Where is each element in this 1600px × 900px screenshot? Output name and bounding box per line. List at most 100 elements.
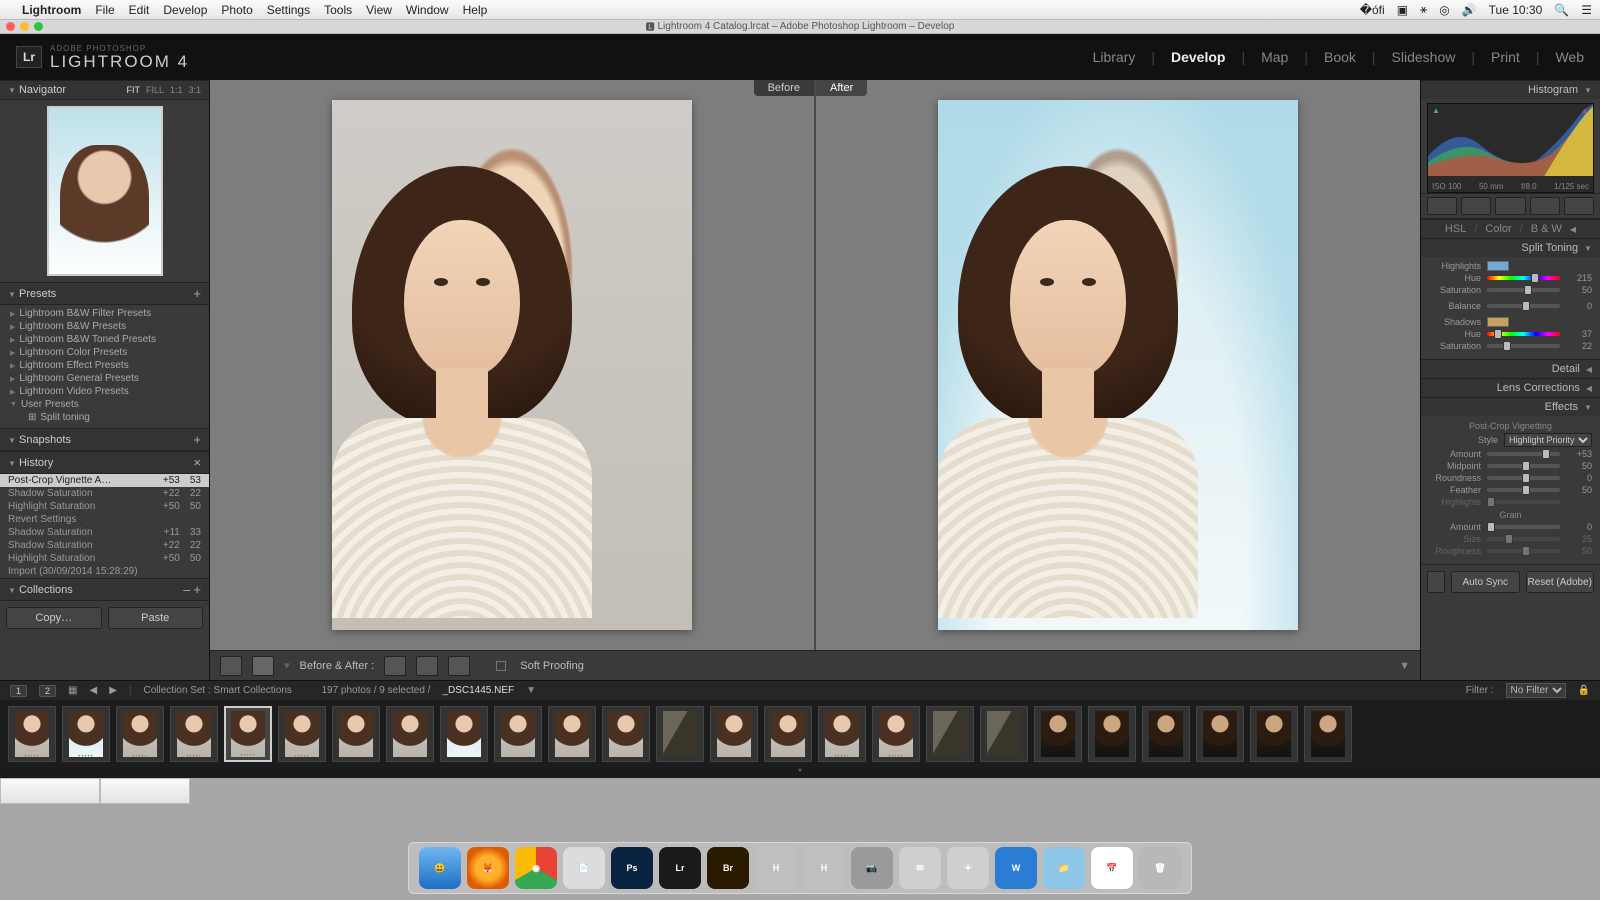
history-step[interactable]: Shadow Saturation+1133	[0, 526, 209, 539]
history-step[interactable]: Import (30/09/2014 15:28:29)	[0, 565, 209, 578]
presets-header[interactable]: ▼ Presets+	[0, 282, 209, 305]
preset-folder[interactable]: ▶Lightroom Color Presets	[10, 346, 209, 359]
shadows-hue-slider[interactable]	[1487, 332, 1560, 336]
preset-folder[interactable]: ▶Lightroom General Presets	[10, 372, 209, 385]
dock-calendar-icon[interactable]: 📅	[1091, 847, 1133, 889]
module-map[interactable]: Map	[1261, 49, 1288, 65]
vignette-feather-slider[interactable]	[1487, 488, 1560, 492]
reset-button[interactable]: Reset (Adobe)	[1526, 571, 1595, 593]
navigator-zoom-options[interactable]: FITFILL1:13:1	[126, 85, 201, 95]
filmstrip-thumb[interactable]: •••••	[818, 706, 866, 762]
menubar-shield-icon[interactable]: ▣	[1397, 3, 1408, 17]
menu-app[interactable]: Lightroom	[22, 3, 81, 17]
menu-photo[interactable]: Photo	[221, 3, 252, 17]
filmstrip-thumb[interactable]	[1196, 706, 1244, 762]
history-step[interactable]: Revert Settings	[0, 513, 209, 526]
grid-icon[interactable]: ▦	[68, 685, 77, 696]
collections-header[interactable]: ▼ Collections– +	[0, 578, 209, 601]
filmstrip-thumb[interactable]: •••••	[278, 706, 326, 762]
histogram-header[interactable]: Histogram▼	[1421, 80, 1600, 99]
source-path[interactable]: Collection Set : Smart Collections	[144, 685, 292, 696]
soft-proofing-checkbox[interactable]	[496, 661, 506, 671]
dock-trash-icon[interactable]: 🗑	[1139, 847, 1181, 889]
monitor-2-button[interactable]: 2	[39, 685, 56, 697]
dock-lightroom-icon[interactable]: Lr	[659, 847, 701, 889]
menubar-list-icon[interactable]: ☰	[1581, 3, 1592, 17]
preset-folder[interactable]: ▶Lightroom Video Presets	[10, 385, 209, 398]
highlights-hue-slider[interactable]	[1487, 276, 1560, 280]
background-window[interactable]	[100, 778, 190, 804]
module-web[interactable]: Web	[1555, 49, 1584, 65]
filmstrip-thumb[interactable]: •••••	[170, 706, 218, 762]
panel-switch-icon[interactable]	[1427, 571, 1445, 593]
dock-bridge-icon[interactable]: Br	[707, 847, 749, 889]
history-step[interactable]: Post-Crop Vignette A…+5353	[0, 474, 209, 487]
brush-tool-icon[interactable]	[1564, 197, 1594, 215]
lens-corrections-header[interactable]: Lens Corrections◀	[1421, 378, 1600, 397]
loupe-view-icon[interactable]	[220, 656, 242, 676]
nav-back-icon[interactable]: ◀	[89, 685, 97, 696]
filter-select[interactable]: No Filter	[1506, 683, 1566, 698]
module-develop[interactable]: Develop	[1171, 49, 1225, 65]
menubar-volume-icon[interactable]: 🔊	[1462, 3, 1477, 17]
vignette-roundness-slider[interactable]	[1487, 476, 1560, 480]
module-slideshow[interactable]: Slideshow	[1392, 49, 1456, 65]
dock-camera-icon[interactable]: 📷	[851, 847, 893, 889]
filmstrip-thumb[interactable]	[1142, 706, 1190, 762]
menu-tools[interactable]: Tools	[324, 3, 352, 17]
filmstrip-thumb[interactable]	[1034, 706, 1082, 762]
split-toning-header[interactable]: Split Toning▼	[1421, 238, 1600, 257]
filter-lock-icon[interactable]: 🔒	[1578, 685, 1590, 696]
shadows-sat-slider[interactable]	[1487, 344, 1560, 348]
after-pane[interactable]: After	[816, 80, 1420, 650]
filmstrip-thumb[interactable]	[548, 706, 596, 762]
preset-folder[interactable]: ▶Lightroom B&W Presets	[10, 320, 209, 333]
filmstrip[interactable]: ••••••••••••••••••••••••••••••••••••••••	[0, 700, 1600, 768]
preset-folder[interactable]: ▶Lightroom B&W Filter Presets	[10, 307, 209, 320]
filmstrip-thumb[interactable]	[1304, 706, 1352, 762]
menu-view[interactable]: View	[366, 3, 392, 17]
filmstrip-thumb[interactable]: •••••	[8, 706, 56, 762]
filmstrip-thumb[interactable]	[764, 706, 812, 762]
zoom-fit[interactable]: FIT	[126, 85, 140, 95]
filmstrip-thumb[interactable]	[332, 706, 380, 762]
toolbar-menu-icon[interactable]: ▼	[1399, 660, 1410, 672]
crop-tool-icon[interactable]	[1427, 197, 1457, 215]
menu-file[interactable]: File	[95, 3, 114, 17]
shadows-swatch[interactable]	[1487, 317, 1509, 327]
highlight-clip-icon[interactable]: ▲	[1581, 106, 1589, 115]
filmstrip-thumb[interactable]: •••••	[872, 706, 920, 762]
filmstrip-thumb[interactable]	[980, 706, 1028, 762]
menubar-bluetooth-icon[interactable]: ⚹	[1420, 2, 1427, 17]
vignette-amount-slider[interactable]	[1487, 452, 1560, 456]
history-header[interactable]: ▼ History×	[0, 451, 209, 474]
menu-window[interactable]: Window	[406, 3, 449, 17]
grad-filter-icon[interactable]	[1530, 197, 1560, 215]
menubar-display-icon[interactable]: ◎	[1439, 3, 1449, 17]
vignette-midpoint-slider[interactable]	[1487, 464, 1560, 468]
preset-folder-user[interactable]: ▼User Presets	[10, 398, 209, 411]
current-file[interactable]: _DSC1445.NEF	[442, 685, 514, 696]
spot-tool-icon[interactable]	[1461, 197, 1491, 215]
menu-help[interactable]: Help	[463, 3, 488, 17]
effects-header[interactable]: Effects▼	[1421, 397, 1600, 416]
histogram[interactable]: ▲ ▲ ISO 100 50 mm f/8.0 1/125 sec	[1427, 103, 1594, 193]
dock-photoshop-icon[interactable]: Ps	[611, 847, 653, 889]
traffic-lights[interactable]	[6, 22, 43, 31]
nav-fwd-icon[interactable]: ▶	[109, 685, 117, 696]
copy-before-to-after-icon[interactable]	[416, 656, 438, 676]
navigator-header[interactable]: ▼ Navigator FITFILL1:13:1	[0, 80, 209, 100]
grain-amount-slider[interactable]	[1487, 525, 1560, 529]
preset-item[interactable]: ⊞Split toning	[10, 411, 209, 424]
dock-app-misc-icon[interactable]: ✦	[947, 847, 989, 889]
collections-add-icon[interactable]: +	[193, 582, 201, 597]
auto-sync-button[interactable]: Auto Sync	[1451, 571, 1520, 593]
history-step[interactable]: Highlight Saturation+5050	[0, 552, 209, 565]
filmstrip-thumb[interactable]	[1088, 706, 1136, 762]
hsl-tabs[interactable]: HSL/ Color/ B & W◀	[1421, 219, 1600, 238]
dock-firefox-icon[interactable]: 🦊	[467, 847, 509, 889]
copy-button[interactable]: Copy…	[6, 607, 102, 629]
snapshots-add-icon[interactable]: +	[193, 432, 201, 447]
filmstrip-thumb[interactable]	[710, 706, 758, 762]
dock-app-h1-icon[interactable]: H	[755, 847, 797, 889]
